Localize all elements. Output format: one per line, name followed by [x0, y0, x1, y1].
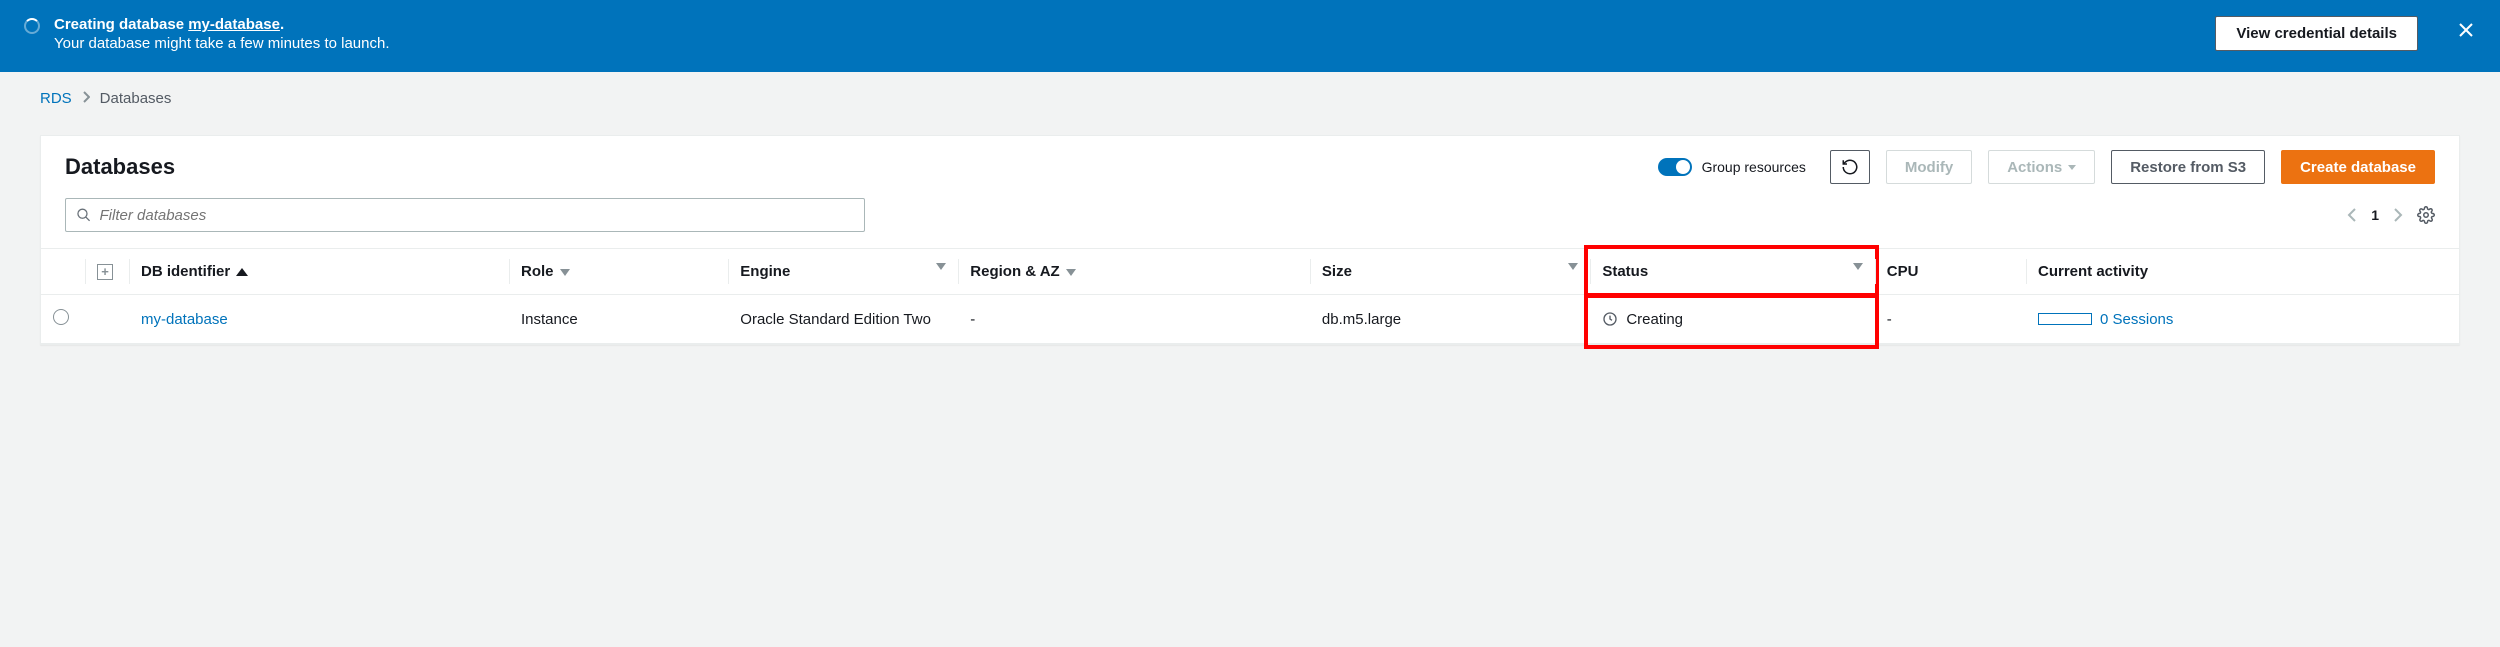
sessions-text: 0 Sessions: [2100, 311, 2173, 328]
panel-header: Databases Group resources Modify Actions…: [41, 136, 2459, 198]
cell-status: Creating: [1602, 311, 1862, 328]
actions-label: Actions: [2007, 159, 2062, 176]
banner-title-suffix: .: [280, 16, 284, 33]
info-banner: Creating database my-database. Your data…: [0, 0, 2500, 72]
expand-all-button[interactable]: +: [97, 264, 113, 280]
cell-size: db.m5.large: [1310, 295, 1590, 344]
chevron-right-icon: [82, 90, 90, 107]
col-select: [41, 249, 85, 295]
actions-dropdown[interactable]: Actions: [1988, 150, 2095, 184]
filter-input-wrap[interactable]: [65, 198, 865, 232]
next-page-button[interactable]: [2393, 207, 2403, 223]
pagination: 1: [2347, 206, 2435, 224]
filter-icon: [1853, 263, 1863, 270]
col-region-az[interactable]: Region & AZ: [958, 249, 1310, 295]
table-row[interactable]: my-database Instance Oracle Standard Edi…: [41, 295, 2459, 344]
col-current-activity[interactable]: Current activity: [2026, 249, 2459, 295]
chevron-down-icon: [2068, 165, 2076, 170]
filter-icon: [936, 263, 946, 270]
group-resources-toggle[interactable]: [1658, 158, 1692, 176]
group-resources-label: Group resources: [1702, 159, 1806, 175]
breadcrumb-root[interactable]: RDS: [40, 90, 72, 107]
modify-button[interactable]: Modify: [1886, 150, 1972, 184]
banner-title-prefix: Creating database: [54, 16, 188, 33]
cell-engine: Oracle Standard Edition Two: [728, 295, 958, 344]
create-database-button[interactable]: Create database: [2281, 150, 2435, 184]
banner-message: Creating database my-database. Your data…: [54, 16, 2201, 52]
group-resources-toggle-wrap: Group resources: [1658, 158, 1806, 176]
row-select-radio[interactable]: [53, 309, 69, 325]
banner-subtitle: Your database might take a few minutes t…: [54, 35, 2201, 52]
loading-spinner-icon: [24, 18, 40, 34]
col-size[interactable]: Size: [1310, 249, 1590, 295]
filter-row: 1: [41, 198, 2459, 248]
cell-region-az: -: [958, 295, 1310, 344]
page-title: Databases: [65, 154, 175, 180]
col-db-identifier[interactable]: DB identifier: [129, 249, 509, 295]
refresh-button[interactable]: [1830, 150, 1870, 184]
filter-icon: [1066, 269, 1076, 276]
filter-databases-input[interactable]: [100, 207, 854, 224]
table-header-row: + DB identifier Role Engine Region & AZ …: [41, 249, 2459, 295]
restore-from-s3-button[interactable]: Restore from S3: [2111, 150, 2265, 184]
sessions-link[interactable]: 0 Sessions: [2038, 311, 2447, 328]
gear-icon: [2417, 206, 2435, 224]
current-page: 1: [2371, 207, 2379, 223]
sort-asc-icon: [236, 268, 248, 276]
sessions-bar-icon: [2038, 313, 2092, 325]
cell-role: Instance: [509, 295, 728, 344]
clock-icon: [1602, 311, 1618, 327]
breadcrumb-current: Databases: [100, 90, 172, 107]
cell-cpu: -: [1875, 295, 2026, 344]
col-cpu[interactable]: CPU: [1875, 249, 2026, 295]
col-engine[interactable]: Engine: [728, 249, 958, 295]
col-status[interactable]: Status: [1590, 249, 1874, 295]
search-icon: [76, 207, 92, 223]
table-settings-button[interactable]: [2417, 206, 2435, 224]
databases-table: + DB identifier Role Engine Region & AZ …: [41, 248, 2459, 344]
refresh-icon: [1841, 158, 1859, 176]
col-expand: +: [85, 249, 129, 295]
prev-page-button[interactable]: [2347, 207, 2357, 223]
filter-icon: [560, 269, 570, 276]
close-banner-button[interactable]: [2456, 20, 2476, 40]
view-credential-details-button[interactable]: View credential details: [2215, 16, 2418, 51]
banner-db-link[interactable]: my-database: [188, 16, 280, 33]
databases-panel: Databases Group resources Modify Actions…: [40, 135, 2460, 345]
col-role[interactable]: Role: [509, 249, 728, 295]
breadcrumb: RDS Databases: [0, 72, 2500, 119]
filter-icon: [1568, 263, 1578, 270]
db-identifier-link[interactable]: my-database: [141, 311, 228, 328]
